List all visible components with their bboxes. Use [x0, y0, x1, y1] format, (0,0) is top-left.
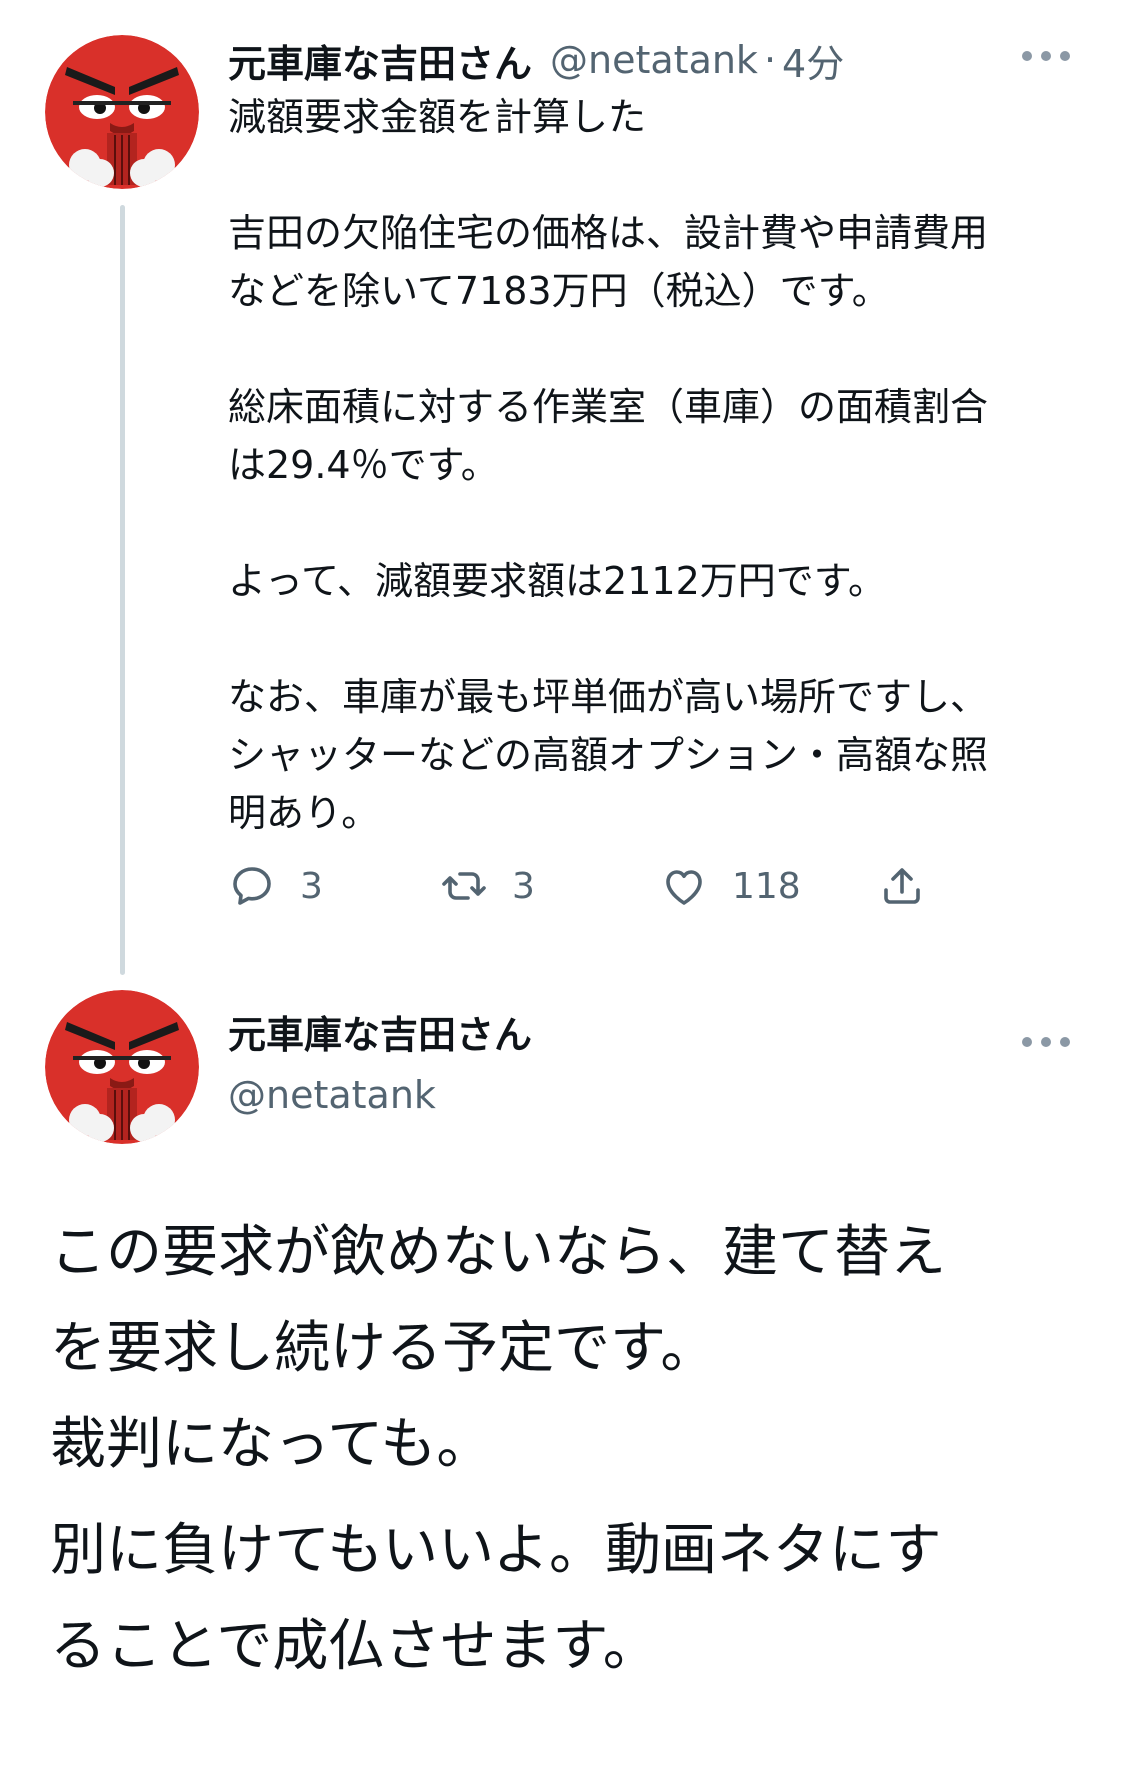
tweet-line: 明あり。	[228, 791, 380, 835]
author-name[interactable]: 元車庫な吉田さん	[228, 1005, 532, 1065]
tweet-line: 減額要求金額を計算した	[228, 95, 647, 139]
thread-line	[120, 205, 125, 975]
tweet-line: を要求し続ける予定です。	[50, 1316, 717, 1381]
tweet-line: 裁判になっても。	[50, 1412, 493, 1477]
separator-dot: ·	[763, 38, 777, 82]
like-count: 118	[732, 865, 801, 907]
retweet-icon	[442, 872, 486, 900]
reply-count: 3	[300, 865, 323, 907]
tweet-text: この要求が飲めないなら、建て替え を要求し続ける予定です。 裁判になっても。 別…	[50, 1205, 1090, 1695]
tweet-line: なお、車庫が最も坪単価が高い場所ですし、	[228, 675, 989, 719]
tweet-line: シャッターなどの高額オプション・高額な照	[228, 733, 989, 777]
author-name[interactable]: 元車庫な吉田さん	[228, 33, 532, 88]
tweet-time[interactable]: 4分	[782, 33, 844, 88]
red-oni-face-icon	[45, 990, 199, 1144]
red-oni-face-icon	[45, 35, 199, 189]
reply-button[interactable]: 3	[228, 858, 323, 914]
more-icon[interactable]	[1022, 1032, 1070, 1052]
share-button[interactable]	[878, 858, 926, 914]
tweet-header: 元車庫な吉田さん @netatank	[228, 1005, 532, 1125]
retweet-count: 3	[512, 865, 535, 907]
like-button[interactable]: 118	[660, 858, 801, 914]
tweet-line: は29.4％です。	[228, 443, 499, 487]
tweet-actions: 3 3 118	[228, 858, 948, 914]
tweet-line: ることで成仏させます。	[50, 1614, 659, 1679]
retweet-button[interactable]: 3	[440, 858, 535, 914]
share-icon	[884, 868, 920, 904]
tweet-line: などを除いて7183万円（税込）です。	[228, 269, 890, 313]
avatar[interactable]	[45, 990, 199, 1144]
tweet-line: 総床面積に対する作業室（車庫）の面積割合	[228, 385, 989, 429]
tweet-header: 元車庫な吉田さん @netatank · 4分	[228, 30, 844, 90]
heart-icon	[666, 870, 702, 905]
tweet-text: 減額要求金額を計算した 吉田の欠陥住宅の価格は、設計費や申請費用 などを除いて7…	[228, 88, 1088, 842]
avatar[interactable]	[45, 35, 199, 189]
tweet-line: よって、減額要求額は2112万円です。	[228, 559, 886, 603]
tweet-line: 別に負けてもいいよ。動画ネタにす	[50, 1518, 942, 1583]
reply-icon	[233, 867, 271, 905]
tweet-line: この要求が飲めないなら、建て替え	[50, 1220, 946, 1285]
tweet-line: 吉田の欠陥住宅の価格は、設計費や申請費用	[228, 211, 989, 255]
author-handle[interactable]: @netatank	[550, 38, 758, 82]
author-handle[interactable]: @netatank	[228, 1065, 532, 1125]
more-icon[interactable]	[1022, 46, 1070, 66]
